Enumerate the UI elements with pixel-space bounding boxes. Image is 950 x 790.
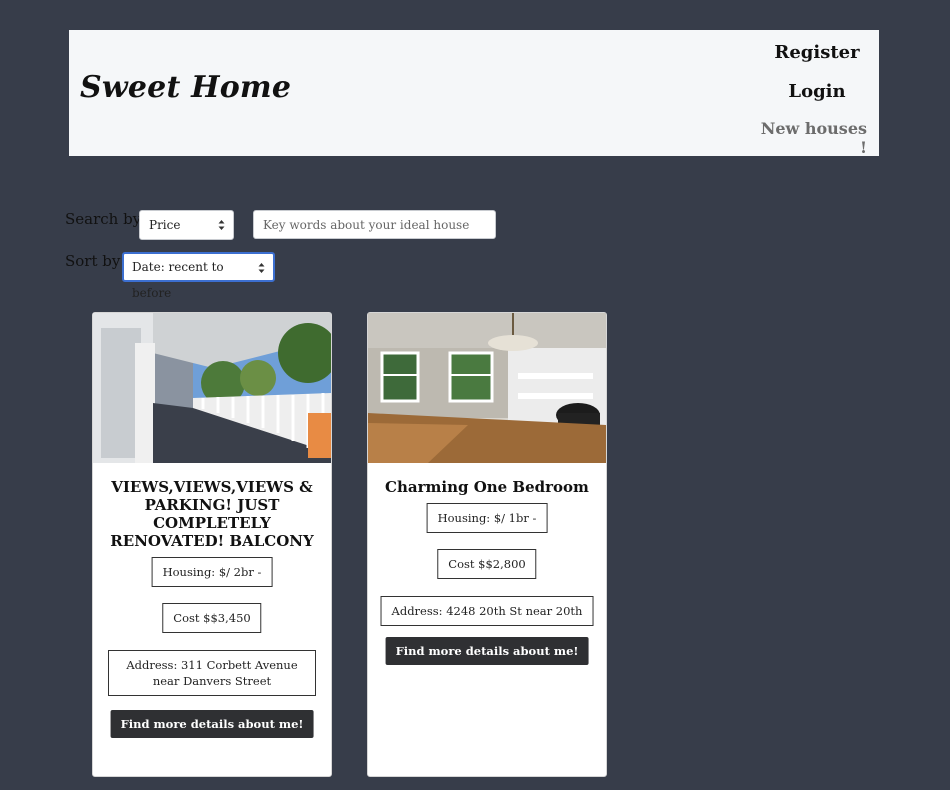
listing-cost: Cost $$2,800 <box>437 549 537 579</box>
nav-new-houses-link[interactable]: New houses ! <box>757 119 867 157</box>
sort-by-select-value: Date: recent to before <box>132 260 224 300</box>
find-details-button[interactable]: Find more details about me! <box>110 710 314 738</box>
listing-address: Address: 4248 20th St near 20th <box>380 596 594 626</box>
search-by-select-value: Price <box>149 218 181 232</box>
listing-title: Charming One Bedroom <box>385 478 589 496</box>
site-header: Sweet Home Register Login New houses ! <box>69 30 879 157</box>
nav-login-link[interactable]: Login <box>767 81 867 102</box>
listing-card: Charming One Bedroom Housing: $/ 1br - C… <box>367 312 607 777</box>
keywords-search-input[interactable] <box>253 210 496 239</box>
search-by-label: Search by <box>65 210 142 228</box>
nav-register-link[interactable]: Register <box>767 42 867 63</box>
brand-logo[interactable]: Sweet Home <box>80 70 291 105</box>
listing-photo-balcony <box>93 313 331 463</box>
updown-chevron-icon <box>258 263 265 273</box>
listing-housing: Housing: $/ 2br - <box>151 557 273 587</box>
listing-title: VIEWS,VIEWS,VIEWS & PARKING! JUST COMPLE… <box>110 478 314 550</box>
find-details-button[interactable]: Find more details about me! <box>385 637 589 665</box>
listing-housing: Housing: $/ 1br - <box>426 503 548 533</box>
listing-card: VIEWS,VIEWS,VIEWS & PARKING! JUST COMPLE… <box>92 312 332 777</box>
updown-chevron-icon <box>218 220 225 230</box>
listing-cost: Cost $$3,450 <box>162 603 262 633</box>
search-by-select[interactable]: Price <box>139 210 234 240</box>
sort-by-select[interactable]: Date: recent to before <box>122 252 275 300</box>
sort-by-label: Sort by <box>65 252 121 270</box>
listing-photo-living-room <box>368 313 606 463</box>
listing-address: Address: 311 Corbett Avenue near Danvers… <box>108 650 316 696</box>
